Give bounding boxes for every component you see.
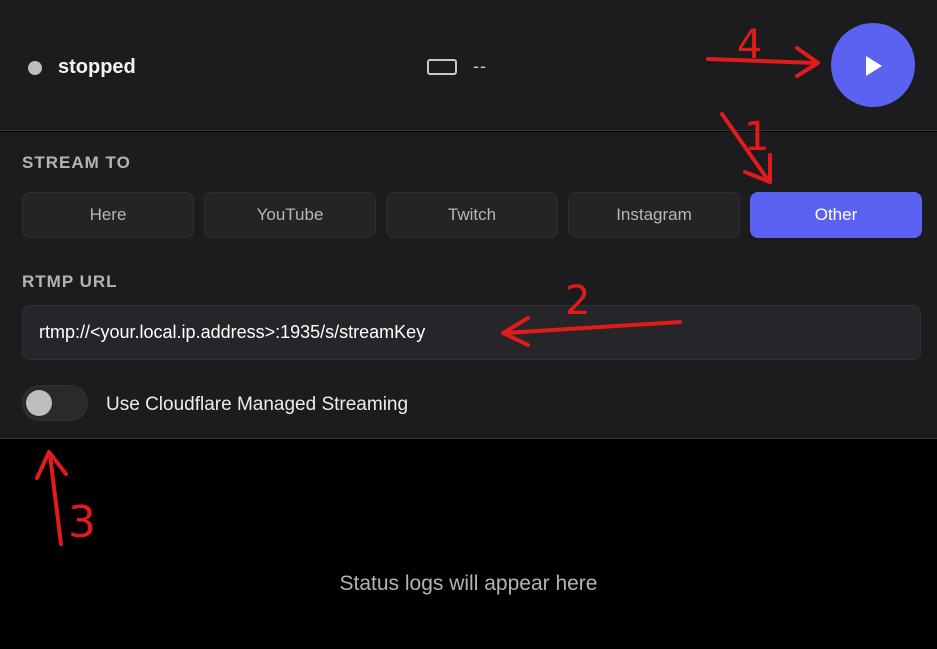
status-indicator-dot xyxy=(28,60,42,75)
destination-instagram-button[interactable]: Instagram xyxy=(568,192,740,238)
start-stream-button[interactable] xyxy=(831,23,915,107)
top-bar: stopped -- xyxy=(0,0,937,131)
destination-other-button[interactable]: Other xyxy=(750,192,922,238)
play-icon xyxy=(866,56,882,76)
stream-settings-panel: STREAM TO Here YouTube Twitch Instagram … xyxy=(0,132,937,439)
destination-selector: Here YouTube Twitch Instagram Other xyxy=(22,192,922,238)
stream-status: stopped xyxy=(28,56,136,79)
screen-icon xyxy=(427,58,457,75)
resolution-display: -- xyxy=(427,56,487,77)
cloudflare-streaming-label: Use Cloudflare Managed Streaming xyxy=(106,394,409,415)
status-log-area: Status logs will appear here xyxy=(0,440,937,649)
rtmp-url-label: RTMP URL xyxy=(22,272,118,291)
resolution-text: -- xyxy=(473,56,487,76)
rtmp-url-input[interactable] xyxy=(22,305,921,360)
stream-to-label: STREAM TO xyxy=(22,153,131,172)
destination-youtube-button[interactable]: YouTube xyxy=(204,192,376,238)
toggle-knob xyxy=(26,390,52,416)
status-log-placeholder: Status logs will appear here xyxy=(339,572,598,595)
destination-here-button[interactable]: Here xyxy=(22,192,194,238)
status-text: stopped xyxy=(58,56,136,78)
cloudflare-streaming-toggle[interactable] xyxy=(22,385,88,421)
destination-twitch-button[interactable]: Twitch xyxy=(386,192,558,238)
